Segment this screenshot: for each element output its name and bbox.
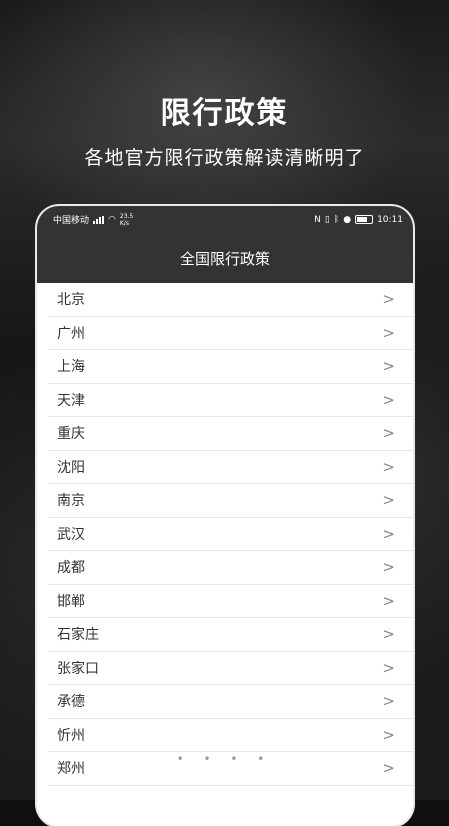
city-name: 石家庄	[57, 627, 99, 644]
city-name: 武汉	[57, 526, 85, 543]
status-bar: 中国移动 ◠ 23.5 K/s N ▯ ᛒ ● 10:11	[37, 206, 413, 233]
app-title-bar: 全国限行政策	[37, 233, 413, 283]
chevron-right-icon: >	[382, 323, 395, 342]
pager-indicator: • • • •	[176, 752, 273, 766]
city-name: 张家口	[57, 660, 99, 677]
city-list-item[interactable]: 广州 >	[49, 317, 413, 350]
city-list-item[interactable]: 武汉 >	[49, 518, 413, 551]
city-name: 忻州	[57, 727, 85, 744]
chevron-right-icon: >	[382, 625, 395, 644]
city-name: 天津	[57, 392, 85, 409]
city-list-item[interactable]: 邯郸 >	[49, 585, 413, 618]
city-name: 沈阳	[57, 459, 85, 476]
city-list-item[interactable]: 忻州 >	[49, 719, 413, 752]
carrier-label: 中国移动	[53, 216, 90, 226]
location-icon: ●	[343, 214, 352, 225]
city-list-item[interactable]: 石家庄 >	[49, 618, 413, 652]
page-title: 全国限行政策	[179, 249, 270, 268]
city-name: 北京	[57, 292, 85, 309]
chevron-right-icon: >	[382, 491, 395, 510]
city-list-item[interactable]: 重庆 >	[49, 417, 413, 451]
wifi-icon: ◠	[108, 214, 116, 225]
chevron-right-icon: >	[382, 725, 395, 744]
chevron-right-icon: >	[382, 424, 395, 443]
city-list-item[interactable]: 北京 >	[49, 283, 413, 317]
city-name: 上海	[57, 359, 85, 376]
vibrate-icon: ▯	[324, 214, 330, 225]
net-speed: 23.5	[119, 212, 134, 220]
city-name: 广州	[57, 325, 85, 342]
city-name: 重庆	[57, 426, 85, 443]
chevron-right-icon: >	[382, 390, 395, 409]
battery-icon	[355, 215, 374, 224]
chevron-right-icon: >	[382, 457, 395, 476]
city-list: 北京 > 广州 > 上海 > 天津 > 重庆 > 沈阳 > 南京 > 武汉 > 成都 > 邯郸 > 石家庄 > 张家口 > 承德…	[37, 283, 413, 786]
city-list-item[interactable]: 成都 >	[49, 551, 413, 585]
city-list-item[interactable]: 南京 >	[49, 484, 413, 518]
phone-mockup: 中国移动 ◠ 23.5 K/s N ▯ ᛒ ● 10:11 全国限行政策 北京 >…	[37, 206, 413, 826]
chevron-right-icon: >	[382, 658, 395, 677]
city-list-item[interactable]: 上海 >	[49, 350, 413, 384]
chevron-right-icon: >	[382, 524, 395, 543]
bluetooth-icon: ᛒ	[333, 214, 340, 225]
city-list-item[interactable]: 张家口 >	[49, 652, 413, 685]
city-name: 承德	[57, 694, 85, 711]
chevron-right-icon: >	[382, 357, 395, 376]
city-list-item[interactable]: 天津 >	[49, 384, 413, 417]
city-name: 邯郸	[57, 593, 85, 610]
city-name: 成都	[57, 560, 85, 577]
chevron-right-icon: >	[382, 558, 395, 577]
status-time: 10:11	[377, 214, 403, 225]
chevron-right-icon: >	[382, 692, 395, 711]
nfc-icon: N	[314, 214, 321, 225]
city-list-item[interactable]: 沈阳 >	[49, 451, 413, 484]
promo-subtitle: 各地官方限行政策解读清晰明了	[84, 147, 365, 169]
chevron-right-icon: >	[382, 591, 395, 610]
net-speed-unit: K/s	[119, 219, 129, 227]
city-list-item[interactable]: 承德 >	[49, 685, 413, 719]
promo-title: 限行政策	[160, 96, 289, 131]
city-name: 南京	[57, 493, 85, 510]
chevron-right-icon: >	[382, 290, 395, 309]
signal-icon	[93, 215, 105, 224]
